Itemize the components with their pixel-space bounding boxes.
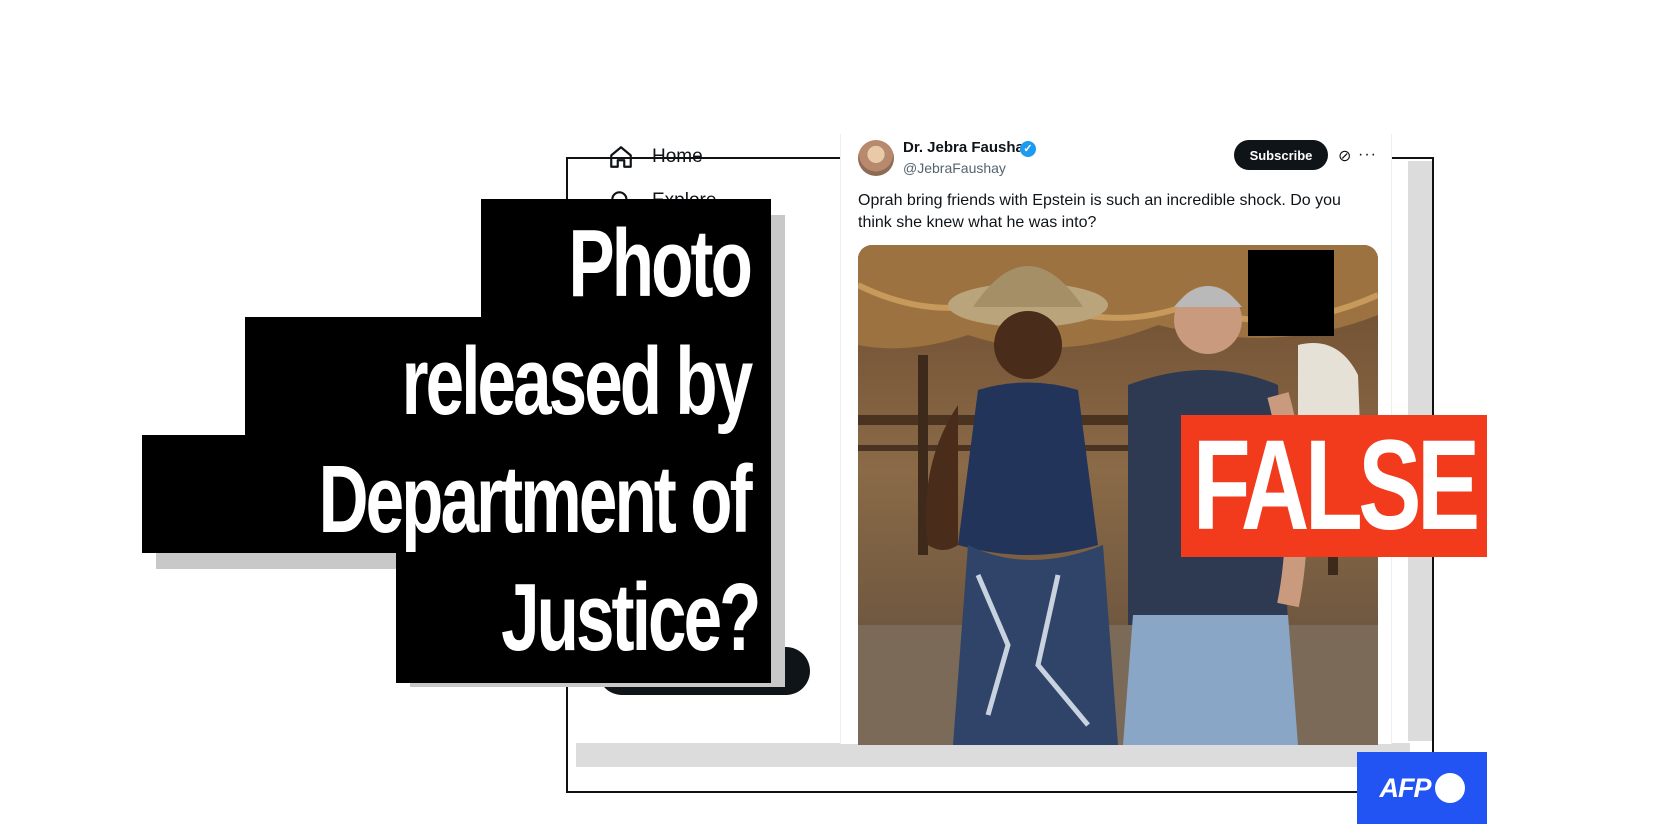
more-options-icon[interactable]: ···	[1358, 146, 1377, 164]
nav-item-home[interactable]: Home	[608, 144, 703, 170]
headline-line: released by	[401, 328, 753, 435]
author-name[interactable]: Dr. Jebra Faushay	[903, 139, 1032, 156]
afp-logo-text: AFP	[1379, 772, 1432, 803]
afp-logo: AFP	[1357, 752, 1487, 824]
grok-icon[interactable]: ⊘	[1338, 146, 1351, 166]
author-handle[interactable]: @JebraFaushay	[903, 160, 1006, 176]
false-verdict-stamp: FALSE	[1181, 415, 1487, 557]
verdict-label: FALSE	[1192, 414, 1479, 557]
nav-item-label: Home	[652, 146, 703, 167]
avatar[interactable]	[858, 140, 894, 176]
afp-logo-dot	[1434, 773, 1465, 803]
verified-badge-icon: ✓	[1020, 141, 1036, 157]
tweet-text: Oprah bring friends with Epstein is such…	[858, 192, 1341, 231]
headline-line: Department of	[318, 446, 753, 553]
frame-shadow-bottom	[576, 743, 1410, 767]
headline-line: Photo	[568, 210, 753, 317]
headline-line: Justice?	[500, 564, 761, 671]
home-icon	[608, 144, 634, 170]
subscribe-button[interactable]: Subscribe	[1234, 140, 1328, 170]
